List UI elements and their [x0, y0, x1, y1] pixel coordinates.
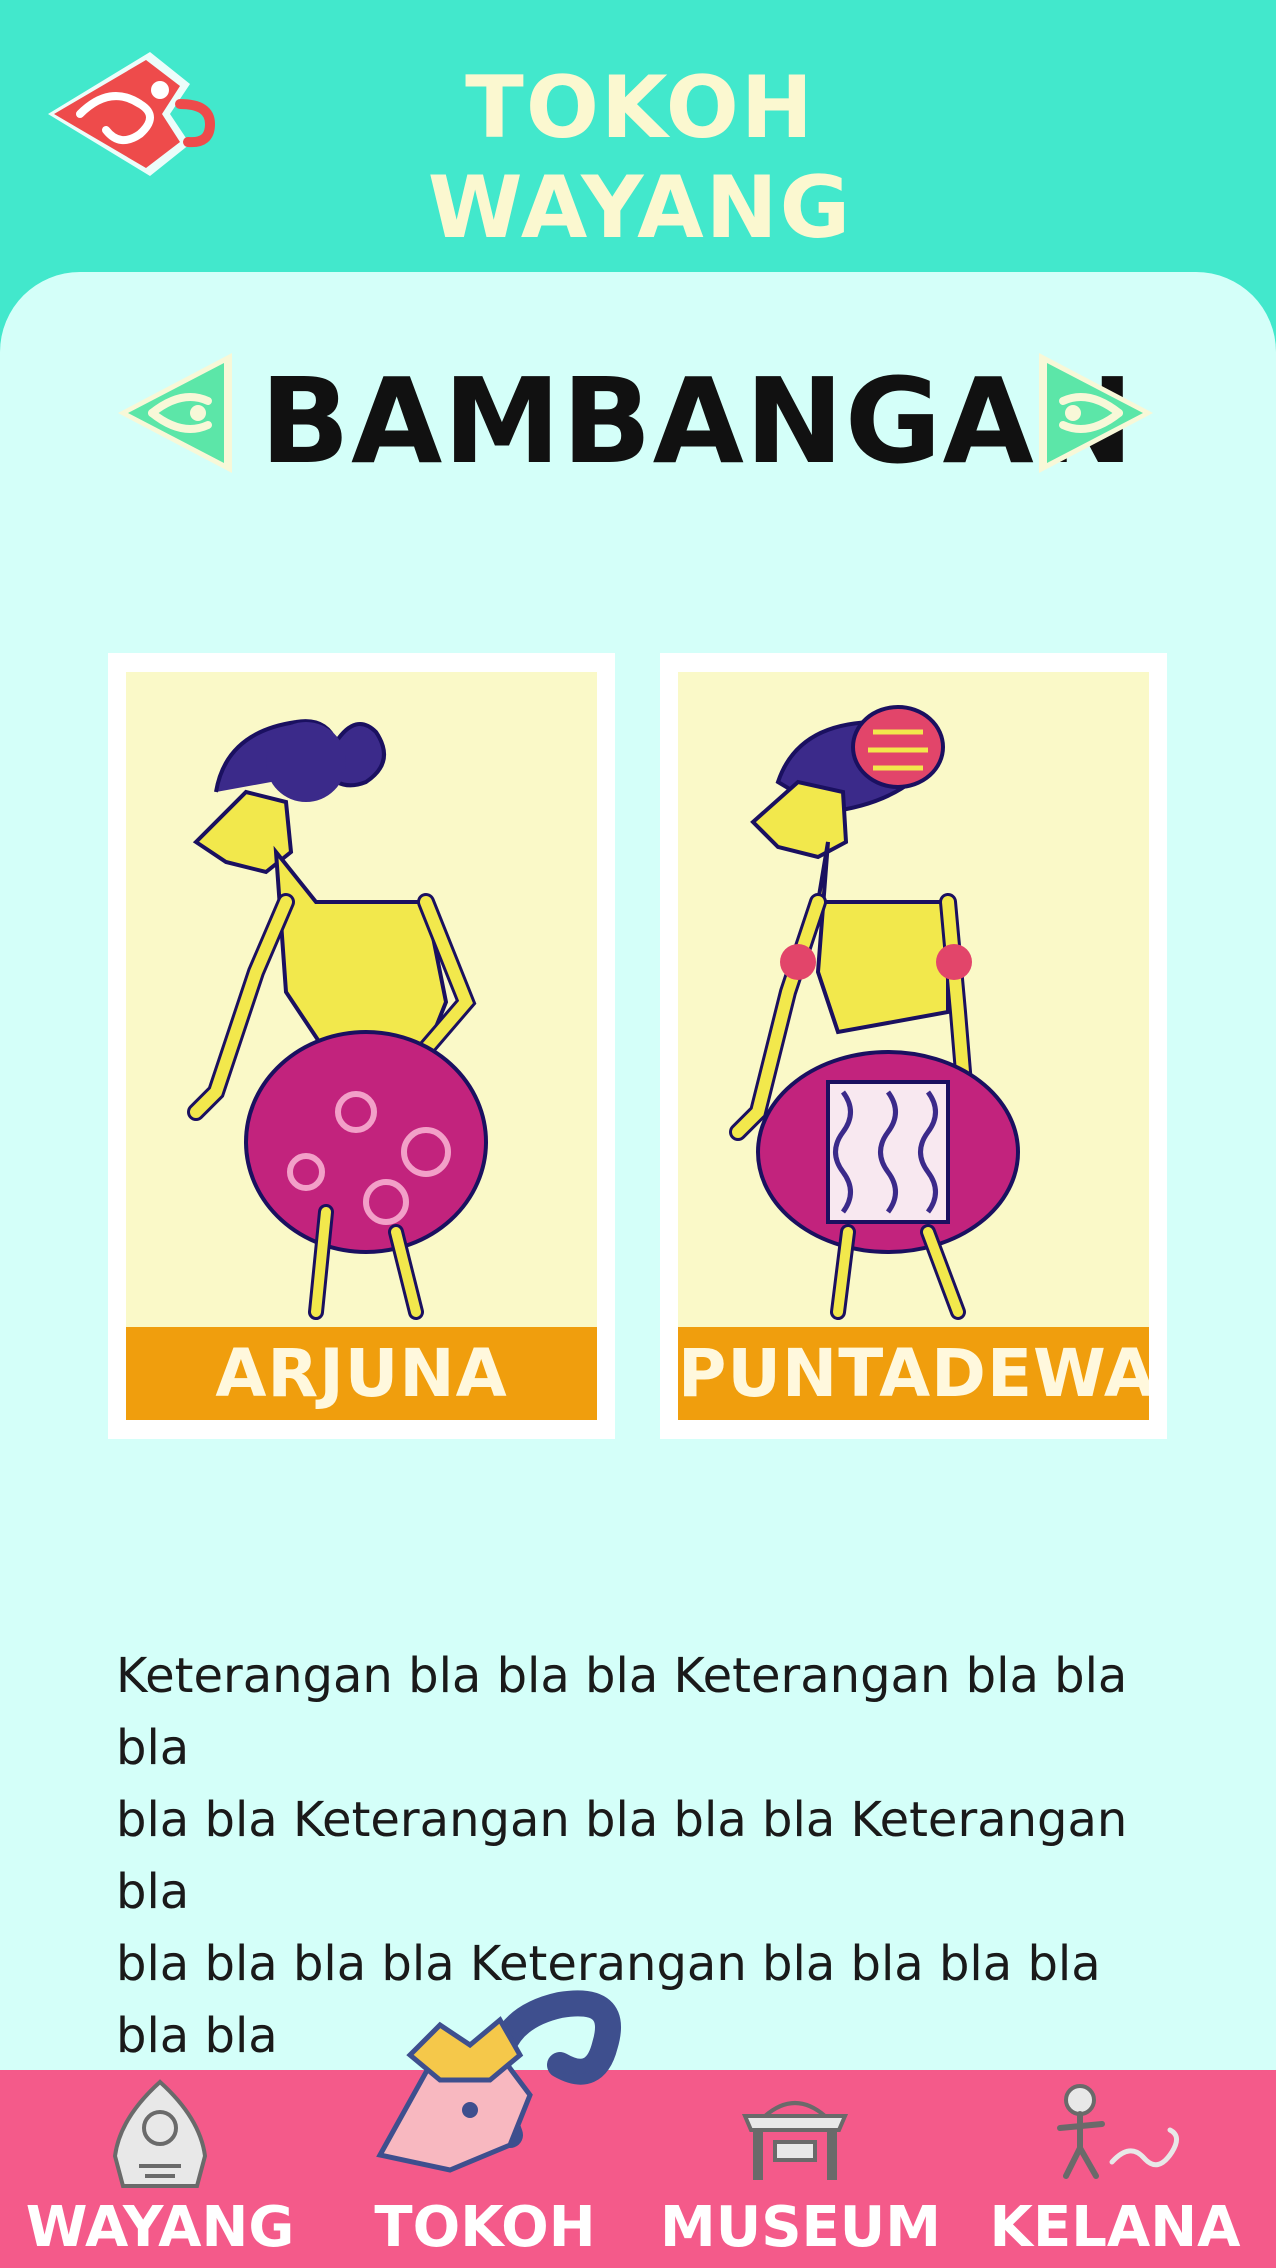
- nav-label: WAYANG: [25, 2195, 295, 2260]
- character-name-label: ARJUNA: [126, 1327, 597, 1420]
- ornament-right-arrow-icon: [1039, 353, 1153, 473]
- card-frame: PUNTADEWA: [678, 672, 1149, 1420]
- next-category-button[interactable]: [1024, 345, 1159, 480]
- nav-wayang[interactable]: WAYANG: [20, 2070, 300, 2268]
- character-description: Keterangan bla bla bla Keterangan bla bl…: [116, 1640, 1176, 2072]
- description-line: Keterangan bla bla bla Keterangan bla bl…: [116, 1648, 1128, 1776]
- app-title: TOKOH WAYANG: [427, 58, 853, 258]
- card-frame: ARJUNA: [126, 672, 597, 1420]
- nav-kelana[interactable]: KELANA: [980, 2070, 1250, 2268]
- wayang-arjuna-figure: [187, 719, 488, 1320]
- gamelan-icon: [741, 2101, 849, 2180]
- character-card-puntadewa[interactable]: PUNTADEWA: [660, 653, 1167, 1439]
- back-button[interactable]: [40, 44, 220, 184]
- gunungan-icon: [112, 2079, 208, 2188]
- ornament-back-icon: [48, 52, 216, 176]
- header: TOKOH WAYANG: [0, 0, 1276, 272]
- category-title: BAMBANGAN: [260, 352, 1135, 490]
- description-line: bla bla bla bla Keterangan bla bla bla b…: [116, 1936, 1101, 2064]
- wayang-puntadewa-figure: [729, 705, 1020, 1320]
- nav-tokoh[interactable]: TOKOH: [340, 2070, 630, 2268]
- nav-label: TOKOH: [374, 2195, 596, 2260]
- character-name-label: PUNTADEWA: [678, 1327, 1149, 1420]
- description-line: bla bla Keterangan bla bla bla Keteranga…: [116, 1792, 1128, 1920]
- previous-category-button[interactable]: [112, 345, 247, 480]
- nav-museum[interactable]: MUSEUM: [660, 2070, 941, 2268]
- character-card-arjuna[interactable]: ARJUNA: [108, 653, 615, 1439]
- nav-label: MUSEUM: [660, 2195, 941, 2260]
- nav-label: KELANA: [989, 2195, 1241, 2260]
- ornament-left-arrow-icon: [118, 353, 232, 473]
- explorer-icon: [1057, 2084, 1179, 2179]
